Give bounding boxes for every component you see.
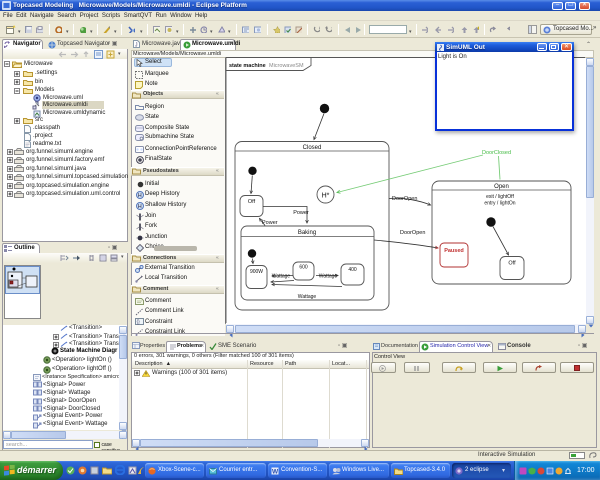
svg-text:H: H bbox=[138, 193, 142, 199]
svg-text:DoorOpen: DoorOpen bbox=[400, 230, 425, 236]
svg-text:state machine: state machine bbox=[229, 63, 266, 69]
svg-text:exit / lightOff: exit / lightOff bbox=[486, 194, 514, 200]
svg-text:600: 600 bbox=[299, 265, 308, 271]
svg-text:Open: Open bbox=[494, 184, 509, 190]
svg-text:Off: Off bbox=[248, 199, 256, 205]
svg-text:Wattage: Wattage bbox=[298, 294, 317, 300]
svg-text:Wattage: Wattage bbox=[319, 274, 338, 280]
svg-text:W: W bbox=[272, 468, 279, 475]
svg-text:Power: Power bbox=[293, 210, 309, 216]
svg-text:DoorClosed: DoorClosed bbox=[482, 150, 511, 156]
svg-text:Power: Power bbox=[262, 220, 278, 226]
svg-text:900W: 900W bbox=[250, 269, 263, 275]
svg-text:H*: H* bbox=[322, 193, 330, 200]
svg-text:400: 400 bbox=[348, 267, 357, 273]
svg-text:H: H bbox=[138, 204, 142, 210]
svg-text:entry / lightOn: entry / lightOn bbox=[484, 201, 515, 207]
svg-text:Wattage: Wattage bbox=[272, 274, 291, 280]
svg-text:Off: Off bbox=[508, 261, 516, 267]
svg-text:MicrowaveSM: MicrowaveSM bbox=[269, 63, 304, 69]
svg-text:DoorOpen: DoorOpen bbox=[392, 196, 417, 202]
svg-text:Closed: Closed bbox=[303, 145, 322, 151]
svg-text:Baking: Baking bbox=[298, 230, 316, 236]
svg-text:Paused: Paused bbox=[444, 248, 464, 254]
svg-text:{}: {} bbox=[137, 320, 141, 326]
